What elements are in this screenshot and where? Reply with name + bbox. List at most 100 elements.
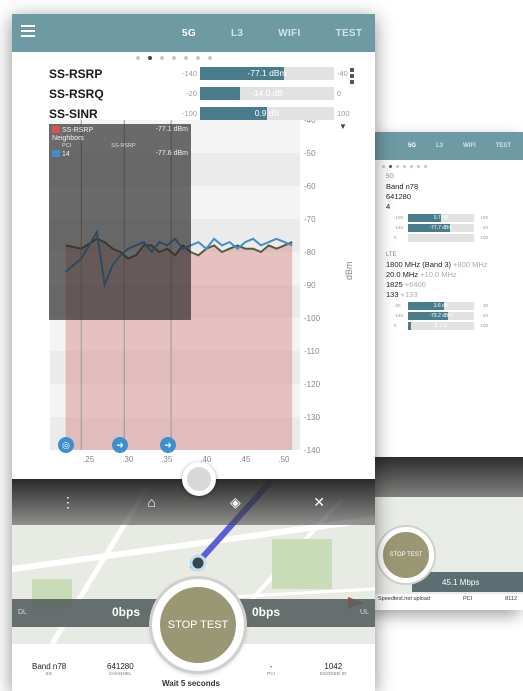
collapse-icon[interactable]: ✕ bbox=[309, 494, 329, 511]
more-vert-icon[interactable]: ⋮ bbox=[58, 494, 78, 511]
metric-value: 0.9 dB bbox=[254, 108, 280, 118]
footer-enodeb: 1042 ENODEB ID bbox=[320, 662, 347, 676]
back-bar-value: -77.7 dBm bbox=[429, 225, 453, 231]
back-page-indicator bbox=[372, 160, 523, 172]
metric-value: -14.0 dB bbox=[250, 88, 284, 98]
wait-message: Wait 5 seconds bbox=[162, 679, 220, 688]
metric-max: -40 bbox=[337, 69, 348, 78]
page-dot bbox=[195, 56, 200, 60]
back-speed-readout: 45.1 Mbps bbox=[412, 572, 523, 592]
back-lte-pci-alt: +133 bbox=[400, 290, 418, 299]
chart-legend: SS-RSRP -77.1 dBm Neighbors PCI SS-RSRP 14… bbox=[49, 124, 191, 320]
home-icon[interactable]: ⌂ bbox=[142, 494, 162, 510]
x-tick-label: .25 bbox=[83, 455, 95, 464]
back-lte-pci-row: 133 +133 bbox=[372, 290, 523, 300]
back-lte-band-alt: +800 MHz bbox=[453, 260, 488, 269]
back-lte-band-row: 1800 MHz (Band 3) +800 MHz bbox=[372, 260, 523, 270]
target-icon[interactable]: ◎ bbox=[58, 437, 74, 453]
back-lte-bw-alt: +10.0 MHz bbox=[420, 270, 457, 279]
back-foot-pci: PCI bbox=[463, 596, 473, 602]
tab-test[interactable]: TEST bbox=[336, 28, 363, 39]
ul-label: UL bbox=[360, 609, 369, 616]
back-lte-bw: 20.0 MHz bbox=[386, 270, 419, 279]
back-bar-max: -40 bbox=[481, 313, 488, 318]
metric-min: -140 bbox=[181, 69, 197, 78]
back-nr-channel: 641280 bbox=[386, 192, 412, 201]
back-foot-left: Speedtest.net upload bbox=[378, 596, 430, 602]
back-lte-band: 1800 MHz (Band 3) bbox=[386, 260, 452, 269]
page-indicator bbox=[12, 52, 375, 64]
back-footer: Speedtest.net upload PCI 8112 bbox=[372, 594, 523, 610]
back-metric-bar: 0 100 bbox=[394, 234, 488, 242]
back-bar-value: 5.1 % bbox=[434, 323, 448, 329]
stop-test-label: STOP TEST bbox=[167, 619, 229, 631]
top-app-bar: 5G L3 WIFI TEST bbox=[12, 14, 375, 52]
drag-handle[interactable] bbox=[182, 462, 216, 496]
main-phone-screen: 5G L3 WIFI TEST SS-RSRP -140 -77.1 dBm -40 S… bbox=[12, 14, 375, 691]
back-bar-min: -100 bbox=[394, 215, 404, 220]
back-bar-min: -20 bbox=[394, 303, 401, 308]
back-lte-earfcn-row: 1825 +6400 bbox=[372, 280, 523, 290]
arrow-right-icon[interactable]: ➜ bbox=[112, 437, 128, 453]
back-stop-test-button[interactable]: STOP TEST bbox=[378, 527, 434, 583]
y-tick-label: -50 bbox=[304, 149, 316, 158]
back-lte-earfcn-alt: +6400 bbox=[404, 280, 426, 289]
x-tick-label: .45 bbox=[239, 455, 251, 464]
page-dot bbox=[171, 56, 176, 60]
y-tick-label: -40 bbox=[304, 120, 316, 125]
legend-neighbor-value: -77.6 dBm bbox=[155, 150, 188, 157]
back-nr-header: 5G bbox=[386, 174, 395, 180]
stop-test-button[interactable]: STOP TEST bbox=[152, 579, 244, 671]
back-bar-max: 100 bbox=[480, 323, 488, 328]
background-phone-screenshot: 5G L3 WIFI TEST 5G Band n78 641280 4 -10… bbox=[372, 132, 523, 610]
dl-speed: 0bps bbox=[112, 605, 141, 619]
back-tab-test[interactable]: TEST bbox=[496, 143, 511, 149]
menu-icon[interactable] bbox=[21, 25, 35, 39]
metric-max: 0 bbox=[337, 89, 342, 98]
serving-swatch bbox=[52, 126, 60, 133]
back-bar-max: 30 bbox=[482, 303, 488, 308]
back-tab-wifi[interactable]: WIFI bbox=[463, 143, 476, 149]
back-foot-enb: 8112 bbox=[505, 596, 517, 602]
neighbor-swatch bbox=[52, 150, 60, 157]
back-tab-5g[interactable]: 5G bbox=[408, 143, 416, 149]
arrow-right-icon[interactable]: ➜ bbox=[160, 437, 176, 453]
back-tab-l3[interactable]: L3 bbox=[436, 143, 443, 149]
footer-pci: - PCI bbox=[267, 662, 276, 676]
tab-bar: 5G L3 WIFI TEST bbox=[182, 14, 375, 52]
y-tick-label: -80 bbox=[304, 248, 316, 257]
back-bar-min: -140 bbox=[394, 313, 404, 318]
legend-neighbors-label: Neighbors bbox=[52, 135, 84, 142]
y-tick-label: -100 bbox=[304, 314, 321, 323]
tab-wifi[interactable]: WIFI bbox=[278, 28, 300, 39]
back-map-toolbar bbox=[372, 457, 523, 497]
page-dot bbox=[159, 56, 164, 60]
back-lte-header: LTE bbox=[386, 252, 397, 258]
metric-value: -77.1 dBm bbox=[247, 68, 287, 78]
back-nr-pci: 4 bbox=[386, 202, 391, 211]
tab-l3[interactable]: L3 bbox=[231, 28, 243, 39]
metric-row: SS-RSRP -140 -77.1 dBm -40 bbox=[12, 64, 375, 84]
page-dot bbox=[135, 56, 140, 60]
x-tick-label: .35 bbox=[161, 455, 173, 464]
tab-5g[interactable]: 5G bbox=[182, 28, 196, 39]
back-metric-bar: -20 3.6 dB 30 bbox=[394, 302, 488, 310]
layers-icon[interactable]: ◈ bbox=[225, 494, 245, 511]
y-axis-label: dBm bbox=[344, 261, 354, 280]
back-lte-earfcn: 1825 bbox=[386, 280, 403, 289]
x-tick-label: .30 bbox=[122, 455, 134, 464]
metric-row: SS-RSRQ -20 -14.0 dB 0 bbox=[12, 84, 375, 104]
legend-neighbor-pci: 14 bbox=[62, 151, 70, 158]
metric-bar: -77.1 dBm bbox=[200, 67, 334, 80]
overflow-menu-icon[interactable] bbox=[350, 68, 354, 86]
back-bar-max: 100 bbox=[480, 235, 488, 240]
back-bar-value: 3.6 dB bbox=[433, 303, 449, 309]
y-tick-label: -60 bbox=[304, 182, 316, 191]
back-nr-band: Band n78 bbox=[386, 182, 419, 191]
metric-min: -20 bbox=[186, 89, 197, 98]
y-tick-label: -120 bbox=[304, 380, 321, 389]
back-metric-bar: -140 -79.2 dBm -40 bbox=[394, 312, 488, 320]
footer-band: Band n78 5G bbox=[32, 662, 67, 676]
back-bar-min: 0 bbox=[394, 323, 397, 328]
page-dot bbox=[147, 56, 152, 60]
